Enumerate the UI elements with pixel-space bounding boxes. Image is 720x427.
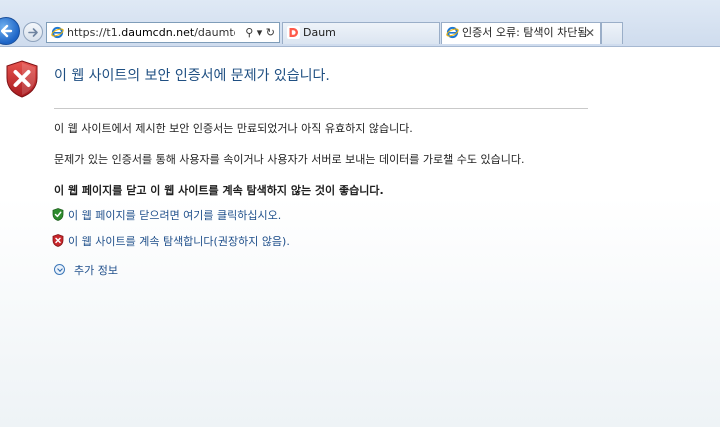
continue-link[interactable]: 이 웹 사이트를 계속 탐색합니다(권장하지 않음). bbox=[52, 233, 290, 249]
daum-favicon-icon bbox=[287, 26, 300, 39]
forward-arrow-icon bbox=[28, 28, 38, 37]
url-domain: daumcdn.net bbox=[121, 26, 195, 39]
green-shield-icon bbox=[52, 208, 64, 221]
more-info-label: 추가 정보 bbox=[74, 264, 118, 277]
url-prefix: https://t1. bbox=[67, 26, 122, 39]
recommendation-text: 이 웹 페이지를 닫고 이 웹 사이트를 계속 탐색하지 않는 것이 좋습니다. bbox=[54, 184, 384, 197]
close-page-link-label: 이 웹 페이지를 닫으려면 여기를 클릭하십시오. bbox=[68, 209, 282, 222]
address-tools[interactable]: ⚲ ▾ ↻ bbox=[245, 23, 275, 42]
back-button[interactable] bbox=[0, 17, 20, 45]
tab-certificate-error[interactable]: 인증서 오류: 탐색이 차단됨 ✕ bbox=[441, 22, 601, 44]
shield-error-icon bbox=[6, 60, 38, 98]
tab-label: 인증서 오류: 탐색이 차단됨 bbox=[462, 26, 588, 39]
address-bar[interactable]: https://t1.daumcdn.net/daumtop_chan ⚲ ▾ … bbox=[46, 22, 280, 43]
continue-link-label: 이 웹 사이트를 계속 탐색합니다(권장하지 않음). bbox=[68, 235, 290, 248]
new-tab-button[interactable] bbox=[601, 22, 623, 44]
tab-label: Daum bbox=[303, 26, 336, 39]
forward-button[interactable] bbox=[23, 22, 43, 42]
back-arrow-icon bbox=[1, 24, 13, 38]
red-shield-icon bbox=[52, 234, 64, 247]
page-title: 이 웹 사이트의 보안 인증서에 문제가 있습니다. bbox=[54, 68, 330, 84]
close-page-link[interactable]: 이 웹 페이지를 닫으려면 여기를 클릭하십시오. bbox=[52, 207, 281, 223]
url-path: /daumtop_chan bbox=[194, 26, 235, 39]
ie-logo-icon bbox=[51, 26, 64, 39]
error-page: 이 웹 사이트의 보안 인증서에 문제가 있습니다. 이 웹 사이트에서 제시한… bbox=[0, 47, 720, 427]
message-expired: 이 웹 사이트에서 제시한 보안 인증서는 만료되었거나 아직 유효하지 않습니… bbox=[54, 122, 413, 135]
title-divider bbox=[54, 108, 588, 109]
more-info-toggle[interactable]: 추가 정보 bbox=[54, 262, 118, 278]
address-url[interactable]: https://t1.daumcdn.net/daumtop_chan bbox=[67, 23, 235, 42]
browser-toolbar: https://t1.daumcdn.net/daumtop_chan ⚲ ▾ … bbox=[0, 0, 720, 47]
tab-close-icon[interactable]: ✕ bbox=[585, 23, 595, 43]
ie-favicon-icon bbox=[446, 26, 459, 39]
chevron-down-icon bbox=[54, 264, 65, 275]
message-risk: 문제가 있는 인증서를 통해 사용자를 속이거나 사용자가 서버로 보내는 데이… bbox=[54, 153, 525, 166]
tab-daum[interactable]: Daum bbox=[282, 22, 440, 44]
